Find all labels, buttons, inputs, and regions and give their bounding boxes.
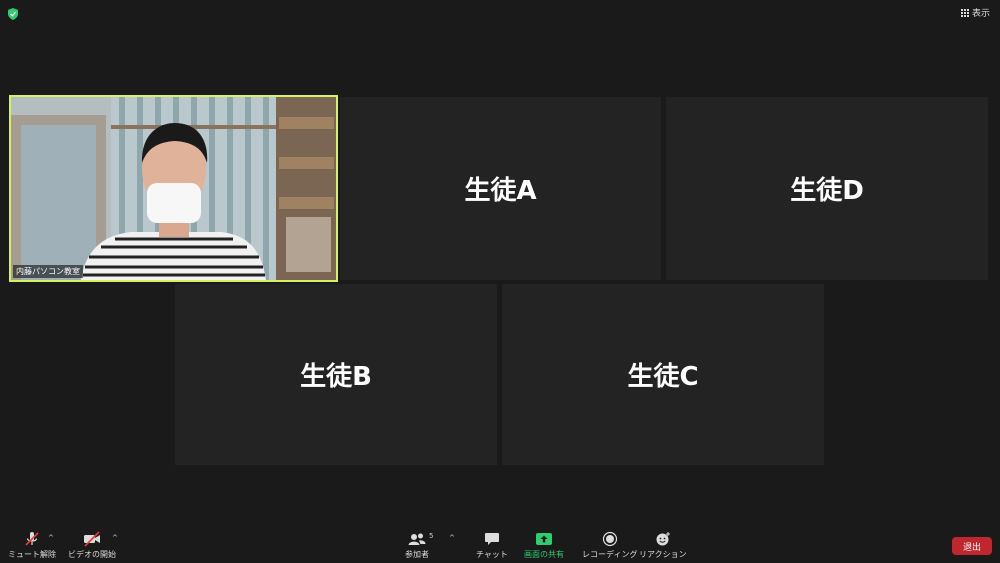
reactions-button[interactable]: リアクション (639, 531, 687, 560)
participant-name: 生徒B (300, 362, 372, 392)
record-icon (602, 531, 617, 547)
reactions-label: リアクション (639, 550, 687, 559)
share-screen-button[interactable]: 画面の共有 (524, 531, 564, 560)
participant-video (11, 97, 336, 280)
chat-icon (484, 533, 499, 545)
participant-name: 生徒A (464, 176, 537, 206)
unmute-label: ミュート解除 (8, 550, 56, 559)
video-tile-student-c[interactable]: 生徒C (502, 284, 824, 465)
record-label: レコーディング (582, 550, 638, 559)
participant-name: 生徒D (790, 176, 864, 206)
muted-mic-icon (25, 532, 39, 546)
video-tile-student-d[interactable]: 生徒D (666, 97, 988, 280)
participants-options-caret[interactable]: ^ (449, 534, 455, 542)
share-screen-icon (536, 533, 552, 545)
participants-label: 参加者 (405, 550, 429, 559)
start-video-label: ビデオの開始 (68, 550, 116, 559)
view-button[interactable]: 表示 (960, 6, 990, 19)
video-tile-student-b[interactable]: 生徒B (175, 284, 497, 465)
chat-button[interactable]: チャット (476, 531, 508, 560)
participant-name: 生徒C (627, 362, 699, 392)
leave-button[interactable]: 退出 (952, 537, 992, 555)
encryption-shield-icon[interactable] (8, 8, 18, 20)
audio-options-caret[interactable]: ^ (48, 534, 54, 542)
start-video-button[interactable]: ビデオの開始 (68, 531, 116, 560)
share-screen-label: 画面の共有 (524, 550, 564, 559)
video-tile-student-a[interactable]: 生徒A (340, 97, 661, 280)
chat-label: チャット (476, 550, 508, 559)
video-options-caret[interactable]: ^ (112, 534, 118, 542)
view-label: 表示 (971, 9, 990, 19)
participants-icon (408, 533, 426, 545)
record-button[interactable]: レコーディング (582, 531, 637, 560)
participant-name-label: 内藤パソコン教室 (13, 265, 83, 278)
reaction-smiley-icon (656, 532, 670, 546)
participants-button[interactable]: 参加者 (405, 531, 429, 560)
grid-view-icon (960, 8, 969, 17)
participants-count: 5 (429, 532, 434, 540)
meeting-toolbar: ミュート解除 ^ ビデオの開始 ^ 参加者 5 ^ チャット 画面の共有 レコー… (0, 529, 1000, 563)
self-video-tile[interactable]: 内藤パソコン教室 (9, 95, 338, 282)
video-off-icon (84, 531, 100, 547)
